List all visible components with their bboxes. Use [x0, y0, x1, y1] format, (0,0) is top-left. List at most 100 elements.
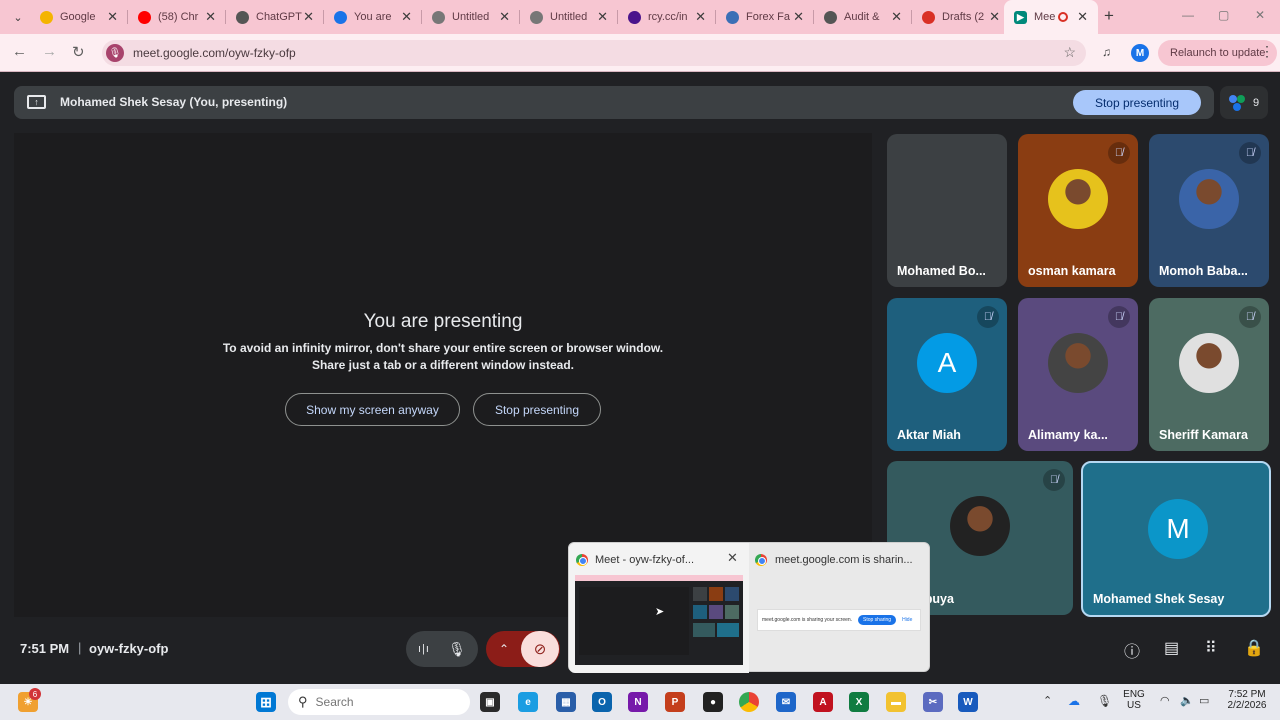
- media-controls-icon[interactable]: ♫: [1102, 45, 1111, 59]
- stage-title: You are presenting: [363, 311, 523, 332]
- host-controls-lock-icon[interactable]: 🔒: [1244, 638, 1264, 658]
- microphone-in-use-icon[interactable]: 🎙: [106, 44, 124, 62]
- chrome-taskbar-icon[interactable]: [739, 692, 759, 712]
- url-text[interactable]: meet.google.com/oyw-fzky-ofp: [133, 46, 296, 60]
- search-input[interactable]: [315, 695, 456, 709]
- chat-icon[interactable]: ▤: [1164, 638, 1179, 658]
- browser-tab[interactable]: (58) Chr ✕: [128, 0, 226, 34]
- meeting-info-icon[interactable]: ⓘ: [1124, 638, 1140, 662]
- mail-icon[interactable]: ✉: [776, 692, 796, 712]
- onenote-icon[interactable]: N: [628, 692, 648, 712]
- recording-indicator-icon: [1058, 12, 1068, 22]
- divider: |: [78, 640, 82, 655]
- word-icon[interactable]: W: [958, 692, 978, 712]
- participant-avatar: M: [1148, 499, 1208, 559]
- preview-left-title: Meet - oyw-fzky-of...: [595, 554, 695, 566]
- tab-title: (58) Chr: [158, 11, 199, 23]
- meeting-code: oyw-fzky-ofp: [89, 641, 169, 656]
- participant-tile[interactable]: 🎙̸ Alimamy ka...: [1018, 298, 1138, 451]
- activities-grid-icon[interactable]: ⠿: [1205, 638, 1217, 658]
- back-button[interactable]: ←: [12, 43, 27, 60]
- participant-name: Mohamed Bo...: [897, 264, 986, 278]
- participant-tile[interactable]: A 🎙̸ Aktar Miah: [887, 298, 1007, 451]
- close-tab-icon[interactable]: ✕: [597, 9, 608, 25]
- close-tab-icon[interactable]: ✕: [793, 9, 804, 25]
- wifi-icon[interactable]: ◠: [1160, 694, 1170, 707]
- volume-icon[interactable]: 🔈: [1180, 694, 1194, 707]
- preview-hide: Hide: [902, 617, 913, 623]
- file-explorer-icon[interactable]: ▬: [886, 692, 906, 712]
- browser-tab[interactable]: You are ✕: [324, 0, 422, 34]
- close-tab-icon[interactable]: ✕: [499, 9, 510, 25]
- stage-description-line2: Share just a tab or a different window i…: [311, 358, 575, 372]
- participant-tile[interactable]: 🎙̸ osman kamara: [1018, 134, 1138, 287]
- participant-tile[interactable]: Mohamed Bo...: [887, 134, 1007, 287]
- tab-title: Google: [60, 11, 96, 23]
- meeting-time: 7:51 PM: [20, 641, 70, 656]
- browser-tab[interactable]: Untitled ✕: [520, 0, 618, 34]
- show-screen-anyway-button[interactable]: Show my screen anyway: [285, 393, 460, 426]
- browser-tab[interactable]: Audit & ✕: [814, 0, 912, 34]
- minimize-window-button[interactable]: —: [1182, 8, 1194, 22]
- browser-tab[interactable]: rcy.cc/in ✕: [618, 0, 716, 34]
- tab-search-chevron-icon[interactable]: ⌄: [8, 7, 28, 27]
- forward-button[interactable]: →: [42, 43, 57, 60]
- bookmark-star-icon[interactable]: ☆: [1063, 44, 1076, 61]
- language-indicator[interactable]: ENG US: [1118, 689, 1150, 711]
- stop-presenting-button[interactable]: Stop presenting: [473, 393, 601, 426]
- camera-options-chevron-icon[interactable]: ⌃: [487, 642, 521, 656]
- microphone-button[interactable]: 🎙: [439, 641, 475, 658]
- store-icon[interactable]: ▦: [556, 692, 576, 712]
- participant-tile[interactable]: M Mohamed Shek Sesay: [1081, 461, 1271, 617]
- audio-level-icon: ı|ı: [418, 643, 430, 655]
- close-tab-icon[interactable]: ✕: [891, 9, 902, 25]
- onedrive-icon[interactable]: ☁: [1068, 694, 1080, 708]
- close-tab-icon[interactable]: ✕: [695, 9, 706, 25]
- browser-tab[interactable]: ChatGPT ✕: [226, 0, 324, 34]
- edge-icon[interactable]: e: [518, 692, 538, 712]
- tray-chevron-icon[interactable]: ⌃: [1043, 694, 1052, 707]
- search-icon: ⚲: [298, 694, 308, 709]
- close-tab-icon[interactable]: ✕: [205, 9, 216, 25]
- browser-menu-icon[interactable]: ⋮: [1260, 43, 1274, 60]
- reload-button[interactable]: ↻: [72, 43, 85, 61]
- meet-icon: ▶: [1014, 10, 1027, 24]
- close-tab-icon[interactable]: ✕: [989, 9, 1000, 25]
- task-view-icon[interactable]: ▣: [480, 692, 500, 712]
- close-preview-icon[interactable]: ✕: [727, 550, 738, 566]
- participant-avatar: [1048, 332, 1108, 393]
- windows-start-icon[interactable]: ⊞: [256, 692, 276, 712]
- snipping-tool-icon[interactable]: ✂: [923, 692, 943, 712]
- battery-icon[interactable]: ▭: [1199, 694, 1209, 707]
- close-window-button[interactable]: ✕: [1255, 8, 1265, 22]
- close-tab-icon[interactable]: ✕: [107, 9, 118, 25]
- maximize-window-button[interactable]: ▢: [1218, 8, 1229, 22]
- new-tab-button[interactable]: +: [1104, 6, 1114, 26]
- browser-tab[interactable]: Forex Fa ✕: [716, 0, 814, 34]
- omnibox[interactable]: 🎙 meet.google.com/oyw-fzky-ofp ☆: [102, 40, 1086, 66]
- outlook-icon[interactable]: O: [592, 692, 612, 712]
- close-tab-icon[interactable]: ✕: [401, 9, 412, 25]
- acrobat-icon[interactable]: A: [813, 692, 833, 712]
- participants-chip[interactable]: 9: [1220, 86, 1268, 119]
- participant-tile[interactable]: 🎙̸ Sheriff Kamara: [1149, 298, 1269, 451]
- google-drive-icon: [40, 10, 53, 24]
- browser-tab[interactable]: Untitled ✕: [422, 0, 520, 34]
- tab-meet-active[interactable]: ▶ Mee ✕: [1004, 0, 1098, 34]
- participant-tile[interactable]: 🎙̸ Momoh Baba...: [1149, 134, 1269, 287]
- profile-avatar[interactable]: M: [1131, 44, 1149, 62]
- mic-tray-icon[interactable]: 🎙: [1097, 694, 1112, 708]
- powerpoint-icon[interactable]: P: [665, 692, 685, 712]
- clock[interactable]: 7:52 PM 2/2/2026: [1222, 689, 1272, 711]
- camera-off-button[interactable]: ⊘: [521, 631, 559, 667]
- close-tab-icon[interactable]: ✕: [303, 9, 314, 25]
- excel-icon[interactable]: X: [849, 692, 869, 712]
- close-tab-icon[interactable]: ✕: [1077, 9, 1088, 25]
- browser-tab[interactable]: Drafts (2 ✕: [912, 0, 1010, 34]
- preview-sharing-banner-window[interactable]: meet.google.com is sharin... meet.google…: [749, 543, 931, 673]
- stop-presenting-top-button[interactable]: Stop presenting: [1073, 90, 1201, 115]
- app-icon[interactable]: ●: [703, 692, 723, 712]
- browser-tab[interactable]: Google ✕: [30, 0, 128, 34]
- taskbar-search[interactable]: ⚲: [288, 689, 470, 715]
- preview-meet-window[interactable]: Meet - oyw-fzky-of... ✕ ➤: [569, 543, 749, 673]
